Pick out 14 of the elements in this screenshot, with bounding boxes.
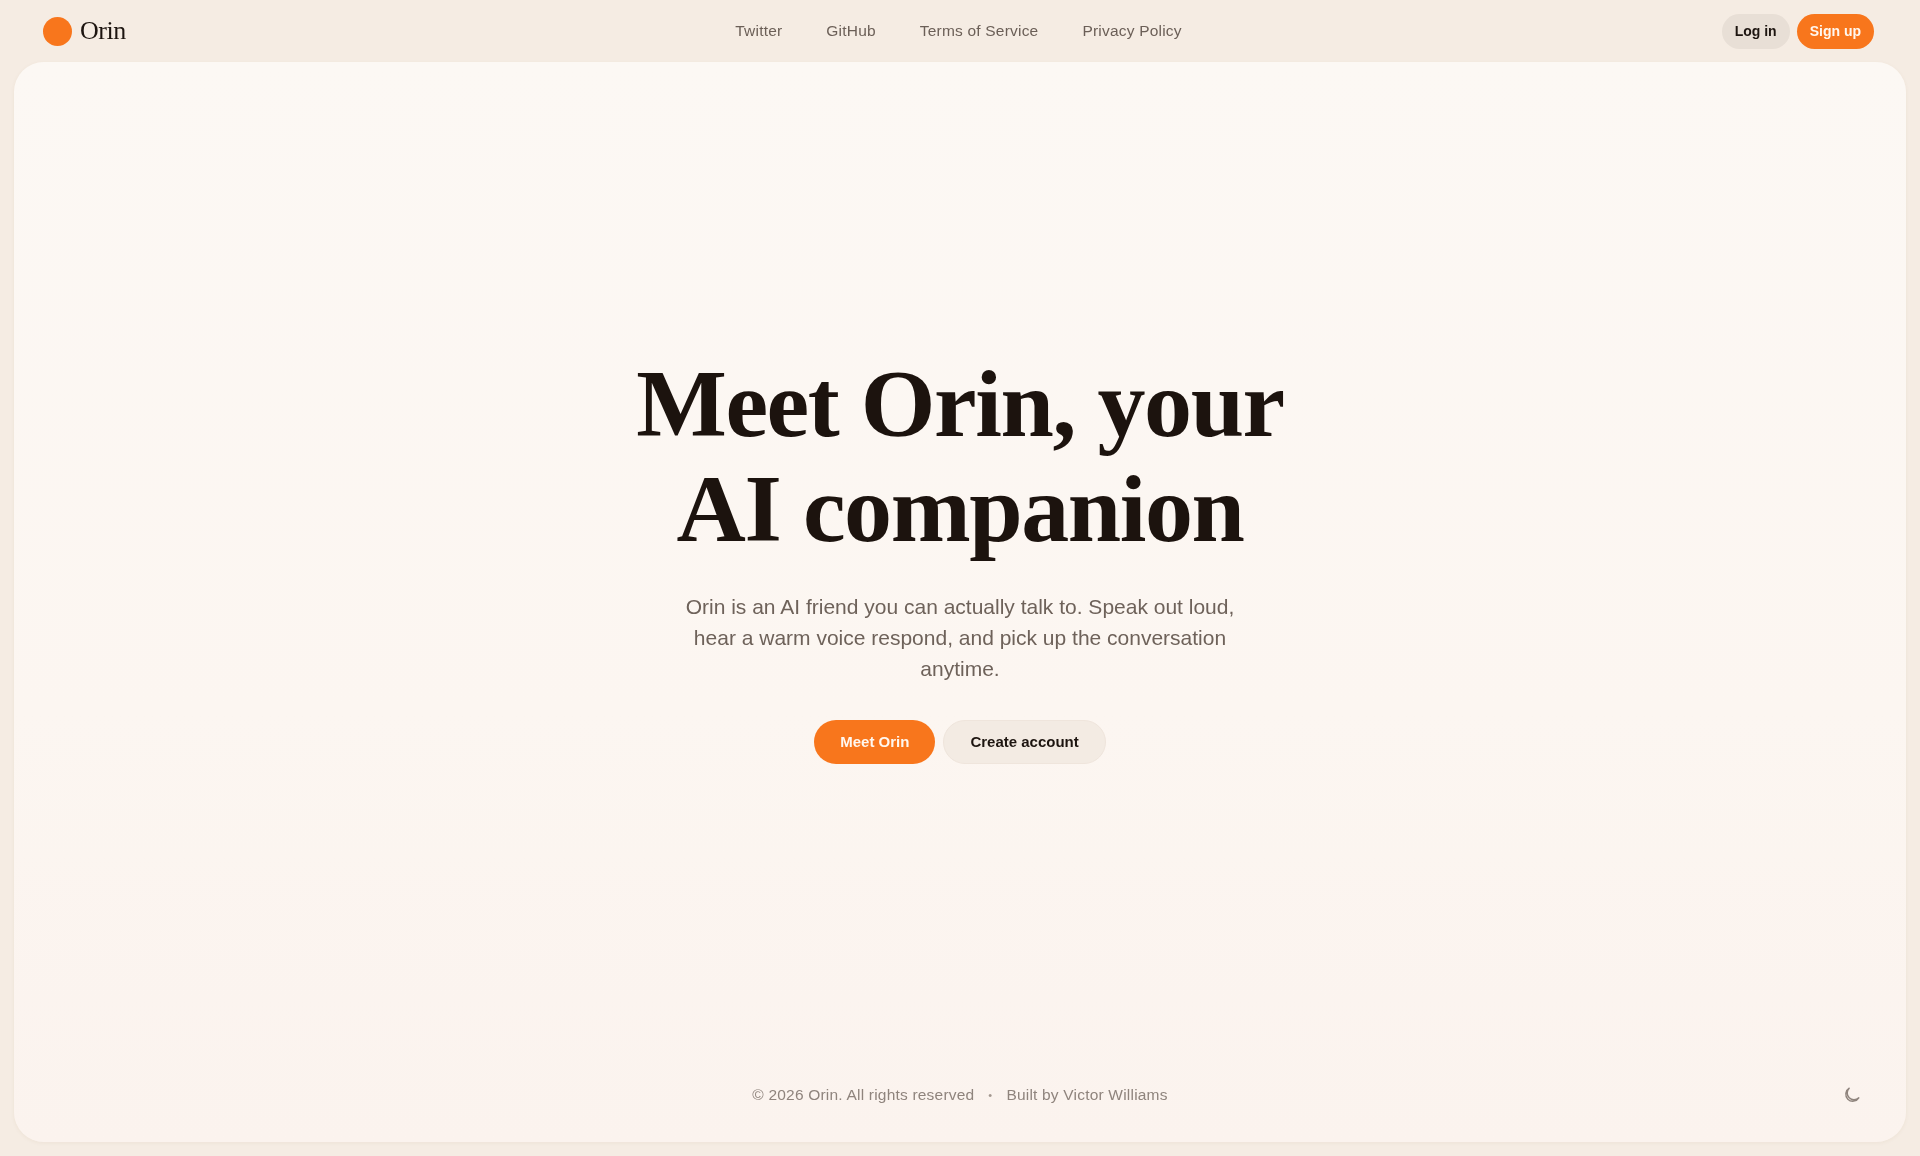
logo-text[interactable]: Orin bbox=[80, 16, 126, 46]
credit-text: Built by Victor Williams bbox=[1006, 1086, 1168, 1104]
separator-dot: • bbox=[988, 1089, 993, 1101]
logo-circle-icon bbox=[43, 16, 72, 46]
secondary-button[interactable]: Create account bbox=[943, 719, 1106, 764]
hero-description: Orin is an AI friend you can actually talk to. Speak out loud, hear a warm voice respond, and pick up the conversation anytime. bbox=[684, 593, 1236, 682]
moon-icon[interactable] bbox=[1843, 1086, 1860, 1104]
nav-link[interactable]: GitHub bbox=[826, 22, 876, 40]
hero-title: Meet Orin, your AI companion bbox=[636, 350, 1284, 561]
nav-link[interactable]: Twitter bbox=[735, 22, 783, 40]
login-button[interactable]: Log in bbox=[1721, 13, 1790, 49]
nav-link[interactable]: Privacy Policy bbox=[1082, 22, 1182, 40]
copyright-text: © 2026 Orin. All rights reserved bbox=[752, 1086, 975, 1104]
nav-link[interactable]: Terms of Service bbox=[919, 22, 1039, 40]
